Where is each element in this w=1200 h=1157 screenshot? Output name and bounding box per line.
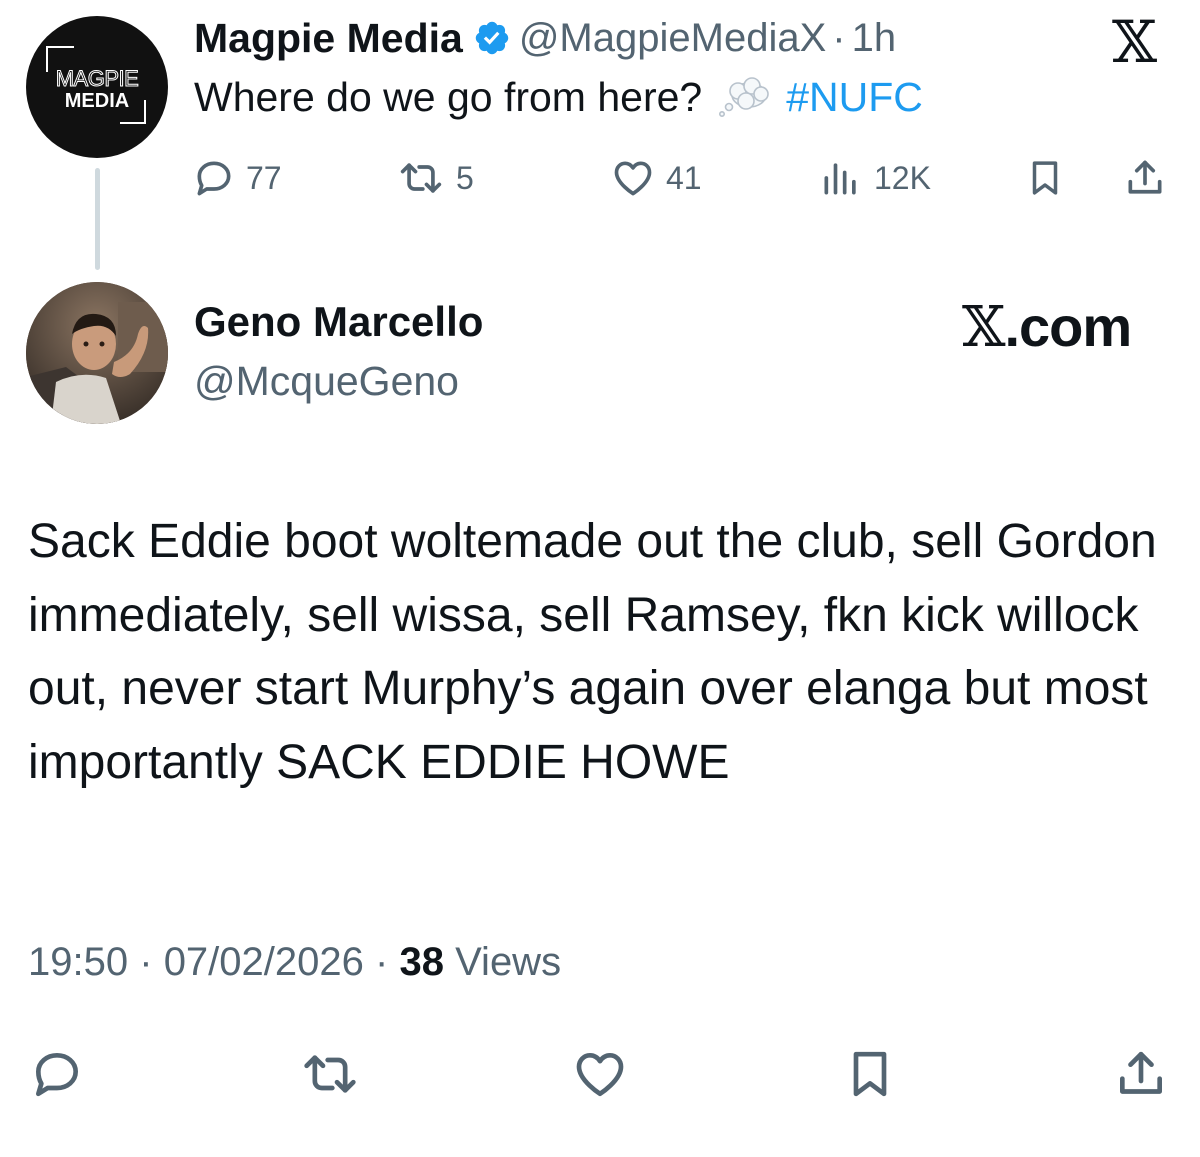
- reply-date[interactable]: 07/02/2026: [164, 940, 364, 984]
- reply-metric[interactable]: 77: [192, 156, 282, 200]
- share-icon: [1128, 160, 1162, 194]
- repost-icon: [304, 1055, 356, 1093]
- reply-handle[interactable]: @McqueGeno: [194, 358, 459, 405]
- meta-separator-2: ·: [375, 940, 389, 984]
- x-com-watermark: 𝕏.com: [962, 294, 1132, 360]
- heart-icon: [614, 161, 652, 196]
- share-button[interactable]: [1112, 1046, 1170, 1107]
- analytics-icon: [824, 163, 856, 195]
- bookmark-button[interactable]: [842, 1046, 898, 1107]
- bookmark-icon: [1032, 161, 1058, 195]
- meta-separator-1: ·: [139, 940, 153, 984]
- avatar-logo-line1: MAGPIE: [55, 66, 139, 92]
- parent-text-content: Where do we go from here?: [194, 74, 703, 120]
- repost-count: 5: [456, 159, 474, 196]
- reply-count: 77: [246, 159, 282, 196]
- like-count: 41: [666, 159, 702, 196]
- magpie-media-avatar[interactable]: MAGPIE MEDIA: [26, 16, 168, 158]
- reply-button[interactable]: [28, 1046, 86, 1107]
- verified-badge-icon: [475, 21, 509, 55]
- repost-metric[interactable]: 5: [396, 156, 474, 200]
- bookmark-icon: [853, 1051, 887, 1097]
- parent-tweet-header: Magpie Media @MagpieMediaX · 1h: [194, 12, 896, 64]
- reply-icon: [36, 1053, 78, 1097]
- logo-frame-bottom-right: [120, 100, 146, 124]
- reply-meta-row: 19:50 · 07/02/2026 · 38 Views: [28, 940, 561, 985]
- reply-tweet-text: Sack Eddie boot woltemade out the club, …: [28, 515, 1157, 789]
- views-count: 12K: [874, 159, 931, 196]
- profile-photo: [26, 282, 168, 424]
- avatar-logo-line2: MEDIA: [64, 90, 130, 112]
- like-metric[interactable]: 41: [610, 156, 702, 200]
- parent-metrics-row: 77 5 41 12K: [0, 156, 1200, 204]
- reply-views-label: Views: [455, 940, 562, 984]
- bookmark-button[interactable]: [1024, 156, 1066, 200]
- parent-display-name[interactable]: Magpie Media: [194, 15, 463, 62]
- x-watermark-glyph: 𝕏: [962, 295, 1005, 360]
- separator-dot: ·: [832, 15, 846, 60]
- x-watermark-suffix: .com: [1004, 295, 1132, 358]
- views-metric[interactable]: 12K: [818, 156, 931, 200]
- share-button[interactable]: [1122, 156, 1168, 200]
- reply-views-count: 38: [399, 940, 444, 984]
- geno-marcello-avatar[interactable]: [26, 282, 168, 424]
- like-button[interactable]: [570, 1046, 630, 1107]
- thought-balloon-icon: [719, 76, 770, 117]
- parent-timestamp[interactable]: 1h: [852, 16, 897, 61]
- hashtag-link[interactable]: #NUFC: [786, 74, 923, 121]
- reply-time[interactable]: 19:50: [28, 940, 128, 984]
- reply-action-bar: [0, 1040, 1200, 1110]
- x-logo-icon: 𝕏: [1112, 8, 1158, 76]
- repost-icon: [400, 163, 442, 193]
- parent-handle[interactable]: @MagpieMediaX: [519, 16, 826, 61]
- repost-button[interactable]: [298, 1046, 362, 1107]
- parent-tweet-text: Where do we go from here? #NUFC: [194, 74, 923, 121]
- reply-display-name[interactable]: Geno Marcello: [194, 298, 483, 346]
- heart-icon: [576, 1053, 624, 1097]
- reply-icon: [197, 161, 231, 196]
- share-icon: [1120, 1051, 1162, 1094]
